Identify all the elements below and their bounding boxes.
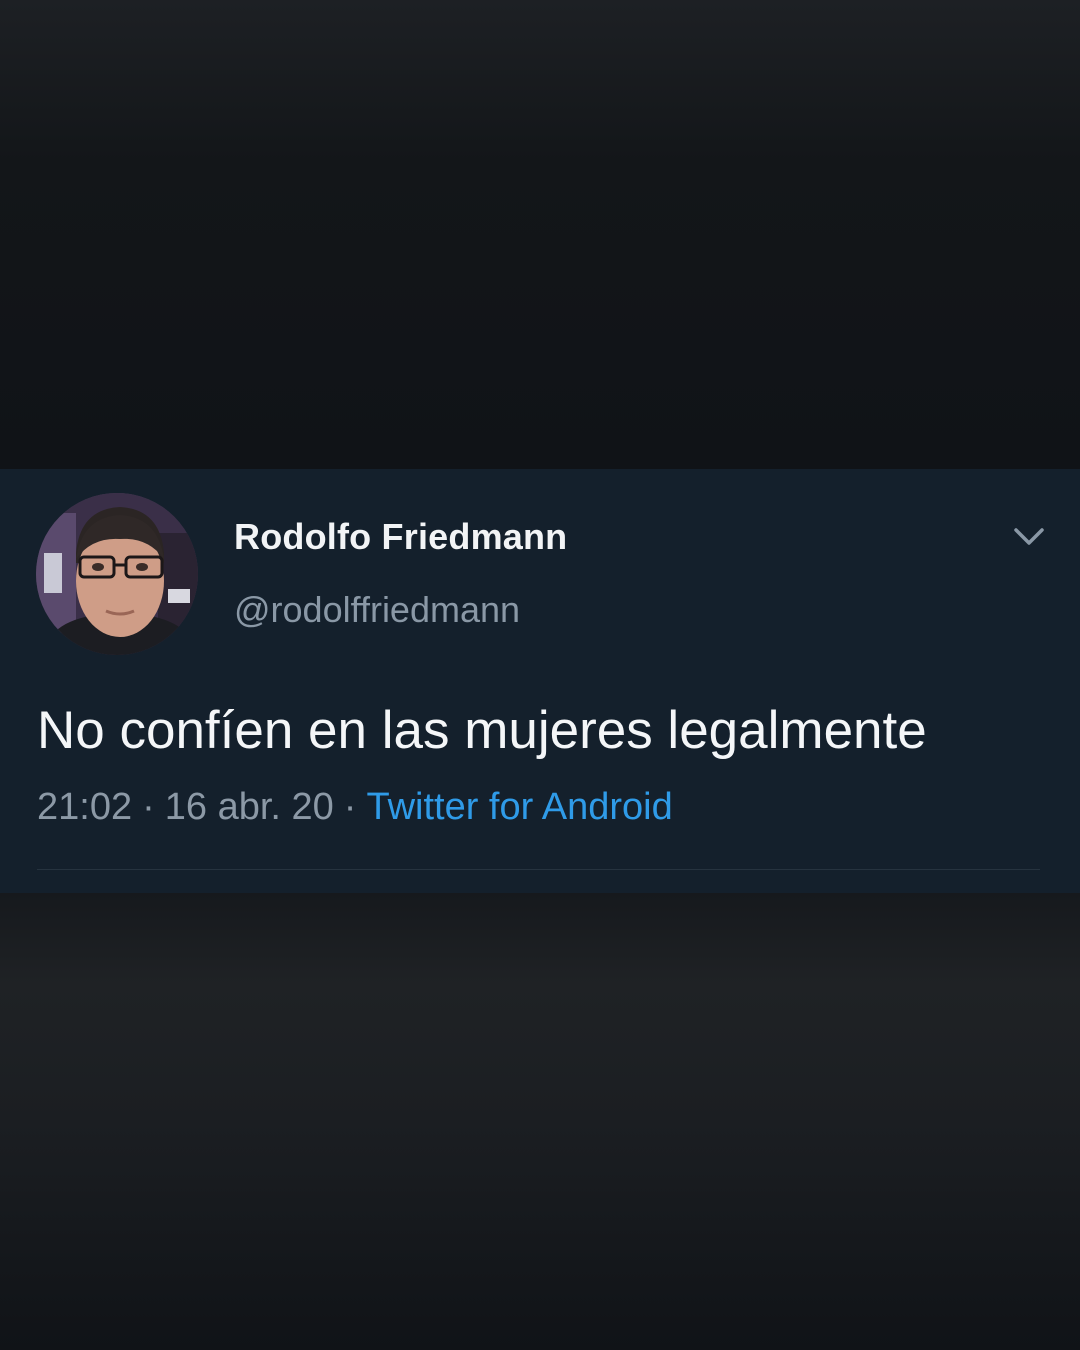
meta-separator: ·: [142, 786, 155, 828]
avatar[interactable]: [36, 493, 198, 655]
tweet-source-link[interactable]: Twitter for Android: [366, 786, 672, 828]
avatar-photo: [36, 493, 198, 655]
display-name[interactable]: Rodolfo Friedmann: [234, 516, 567, 558]
divider: [37, 869, 1040, 870]
tweet-text: No confíen en las mujeres legalmente: [37, 701, 927, 760]
tweet-time: 21:02: [37, 786, 133, 828]
chevron-down-icon[interactable]: [1008, 520, 1050, 556]
tweet-date: 16 abr. 20: [164, 786, 334, 828]
tweet-meta: 21:02 · 16 abr. 20 · Twitter for Android: [37, 786, 673, 829]
meta-separator: ·: [343, 786, 357, 828]
background-shade: [0, 893, 1080, 1350]
user-handle[interactable]: @rodolffriedmann: [234, 589, 520, 631]
